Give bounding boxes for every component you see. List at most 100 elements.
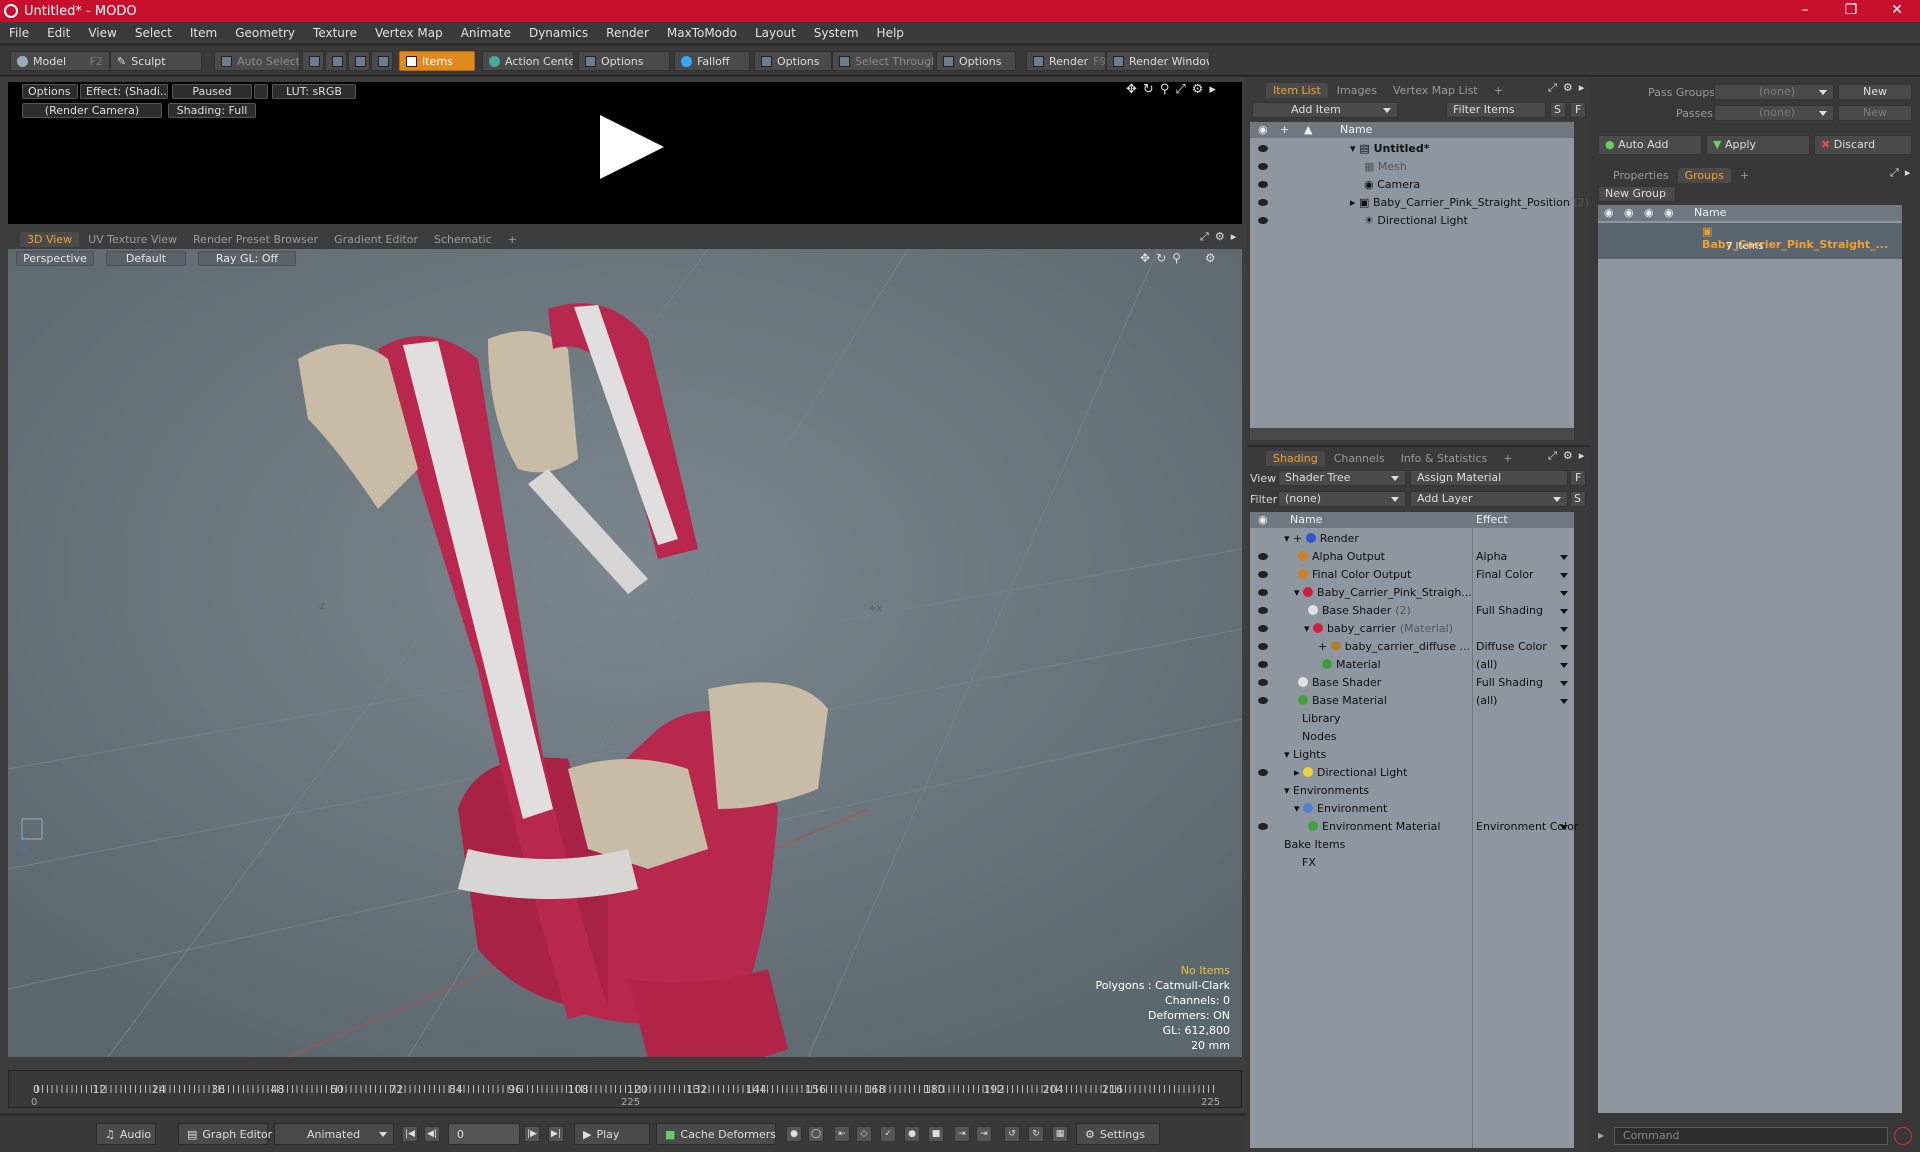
menu-file[interactable]: File xyxy=(0,26,38,40)
menu-view[interactable]: View xyxy=(79,26,125,40)
tab-info-statistics[interactable]: Info & Statistics xyxy=(1394,451,1495,466)
check-icon[interactable]: ✓ xyxy=(880,1126,896,1142)
item-row-directional-light[interactable]: ☀ Directional Light xyxy=(1250,212,1574,230)
shader-row[interactable]: Base Shader Full Shading xyxy=(1250,674,1574,692)
eye-icon[interactable] xyxy=(1258,643,1268,650)
auto-add-button[interactable]: ● Auto Add xyxy=(1598,135,1702,155)
loop-icon[interactable]: ↺ xyxy=(1004,1126,1020,1142)
eye-icon[interactable] xyxy=(1258,607,1268,614)
tree-toggle-icon[interactable]: ▾ xyxy=(1294,802,1303,815)
apply-button[interactable]: ▼ Apply xyxy=(1706,135,1810,155)
first-frame-icon[interactable]: |◀ xyxy=(402,1126,418,1142)
eye-icon[interactable] xyxy=(1258,217,1268,224)
frame-input[interactable]: 0 xyxy=(448,1123,520,1145)
tree-toggle-icon[interactable]: ▾ xyxy=(1294,586,1303,599)
menu-item[interactable]: Item xyxy=(181,26,226,40)
play-icon[interactable] xyxy=(600,115,664,179)
chevron-right-icon[interactable]: ▸ xyxy=(1579,81,1585,95)
tab-channels[interactable]: Channels xyxy=(1327,451,1392,466)
shader-row[interactable]: + baby_carrier_diffuse ... Diffuse Color xyxy=(1250,638,1574,656)
item-row-untitled[interactable]: ▾ ▤ Untitled* xyxy=(1250,140,1574,158)
gear-icon[interactable]: ⚙ xyxy=(1563,449,1573,463)
add-tab-icon[interactable]: + xyxy=(1496,451,1519,466)
record-icon[interactable]: ● xyxy=(904,1126,920,1142)
edges-mode-button[interactable] xyxy=(325,51,347,71)
eye-icon[interactable] xyxy=(1258,661,1268,668)
gear-icon[interactable]: ⚙ xyxy=(1563,81,1573,95)
shader-row[interactable]: Base Shader (2) Full Shading xyxy=(1250,602,1574,620)
tab-properties[interactable]: Properties xyxy=(1606,168,1676,183)
3d-viewport[interactable]: -z +x Perspective Default Ray GL: Off ✥ … xyxy=(8,249,1242,1057)
tree-toggle-icon[interactable]: + xyxy=(1318,640,1331,653)
zoom-icon[interactable]: ⚲ xyxy=(1160,82,1170,97)
materials-mode-button[interactable] xyxy=(371,51,393,71)
paused-button[interactable]: Paused xyxy=(172,84,252,99)
render-camera-dropdown[interactable]: (Render Camera) xyxy=(22,103,162,118)
shading-s-button[interactable]: S xyxy=(1570,491,1586,507)
move-icon[interactable]: ✥ xyxy=(1140,251,1150,265)
shader-row-effect[interactable]: (all) xyxy=(1476,656,1497,674)
eye-icon[interactable] xyxy=(1258,553,1268,560)
falloff-options-button[interactable]: Options xyxy=(754,51,832,71)
gear-icon[interactable]: ⚙ xyxy=(1205,251,1216,265)
tree-toggle-icon[interactable]: ▸ xyxy=(1294,766,1303,779)
shader-row-effect[interactable]: (all) xyxy=(1476,692,1497,710)
last-frame-icon[interactable]: ▶| xyxy=(548,1126,564,1142)
select-through-button[interactable]: Select Through xyxy=(832,51,934,71)
item-list-tree[interactable]: ◉ + ▲ Name ▾ ▤ Untitled* ▦ Mesh ◉ Camera… xyxy=(1250,122,1589,428)
chevron-down-icon[interactable] xyxy=(1560,681,1568,686)
set-key-icon[interactable]: ◇ xyxy=(856,1126,872,1142)
shader-row[interactable]: FX xyxy=(1250,854,1574,872)
tree-toggle-icon[interactable]: ▾ + xyxy=(1284,532,1306,545)
prev-key-frame-icon[interactable]: ⇤ xyxy=(834,1126,850,1142)
tab-images[interactable]: Images xyxy=(1330,83,1384,98)
shader-row[interactable]: Environment Material Environment Color xyxy=(1250,818,1578,836)
items-mode-button[interactable]: Items xyxy=(399,51,475,71)
tab-schematic[interactable]: Schematic xyxy=(427,232,499,247)
chevron-down-icon[interactable] xyxy=(1560,591,1568,596)
tree-toggle-icon[interactable]: ▾ xyxy=(1284,784,1293,797)
chevron-right-icon[interactable]: ▸ xyxy=(1579,449,1585,463)
group-row[interactable]: ▣ Baby_Carrier_Pink_Straight_... 7 Items xyxy=(1598,223,1902,259)
shader-row[interactable]: ▾ Lights xyxy=(1250,746,1574,764)
filter-items-input[interactable]: Filter Items xyxy=(1446,102,1546,118)
shader-row[interactable]: ▾ Environments xyxy=(1250,782,1574,800)
lock-icon[interactable] xyxy=(254,84,268,99)
menu-maxtomodo[interactable]: MaxToModo xyxy=(658,26,746,40)
falloff-button[interactable]: Falloff xyxy=(674,51,750,71)
item-row-camera[interactable]: ◉ Camera xyxy=(1250,176,1574,194)
restore-icon[interactable]: ❐ xyxy=(1828,0,1874,22)
sculpt-button[interactable]: ✎ Sculpt xyxy=(110,51,202,71)
filter-f-button[interactable]: F xyxy=(1570,102,1586,118)
chevron-down-icon[interactable] xyxy=(1560,627,1568,632)
chevron-down-icon[interactable] xyxy=(1560,645,1568,650)
chevron-down-icon[interactable] xyxy=(1560,663,1568,668)
add-tab-icon[interactable]: + xyxy=(501,232,524,247)
tab-3d-view[interactable]: 3D View xyxy=(20,231,80,247)
shader-row[interactable]: ▾ + Render xyxy=(1250,530,1574,548)
move-icon[interactable]: ✥ xyxy=(1126,82,1137,97)
pass-groups-dropdown[interactable]: (none) xyxy=(1714,84,1834,100)
new-pass-button[interactable]: New xyxy=(1838,105,1912,121)
item-row-mesh[interactable]: ▦ Mesh xyxy=(1250,158,1574,176)
action-center-button[interactable]: Action Center xyxy=(482,51,574,71)
eye-icon[interactable] xyxy=(1258,589,1268,596)
shader-row[interactable]: Nodes xyxy=(1250,728,1574,746)
chevron-down-icon[interactable] xyxy=(1560,555,1568,560)
settings-button[interactable]: ⚙ Settings xyxy=(1076,1123,1160,1145)
eye-icon[interactable] xyxy=(1258,181,1268,188)
effect-dropdown[interactable]: Effect: (Shadi... xyxy=(80,84,168,99)
eye-icon[interactable] xyxy=(1258,769,1268,776)
tab-vertex-map-list[interactable]: Vertex Map List xyxy=(1386,83,1485,98)
shader-row-effect[interactable]: Full Shading xyxy=(1476,602,1543,620)
timeline[interactable]: 0 12 24 36 48 60 72 84 96 108 120 132 144 156 168 180 19… xyxy=(8,1070,1242,1108)
shader-tree[interactable]: ◉ Name Effect ▾ + Render Alpha Output Alph… xyxy=(1250,512,1578,1148)
next-key-frame-icon[interactable]: ⇥ xyxy=(954,1126,970,1142)
next-key-icon[interactable]: |▶ xyxy=(524,1126,540,1142)
eye-icon[interactable] xyxy=(1258,697,1268,704)
maximize-icon[interactable]: ⤢ xyxy=(1175,82,1185,97)
new-group-button[interactable]: New Group xyxy=(1598,186,1676,202)
tab-groups[interactable]: Groups xyxy=(1677,167,1731,183)
chevron-right-icon[interactable]: ▸ xyxy=(1209,82,1216,97)
chevron-down-icon[interactable] xyxy=(1560,699,1568,704)
